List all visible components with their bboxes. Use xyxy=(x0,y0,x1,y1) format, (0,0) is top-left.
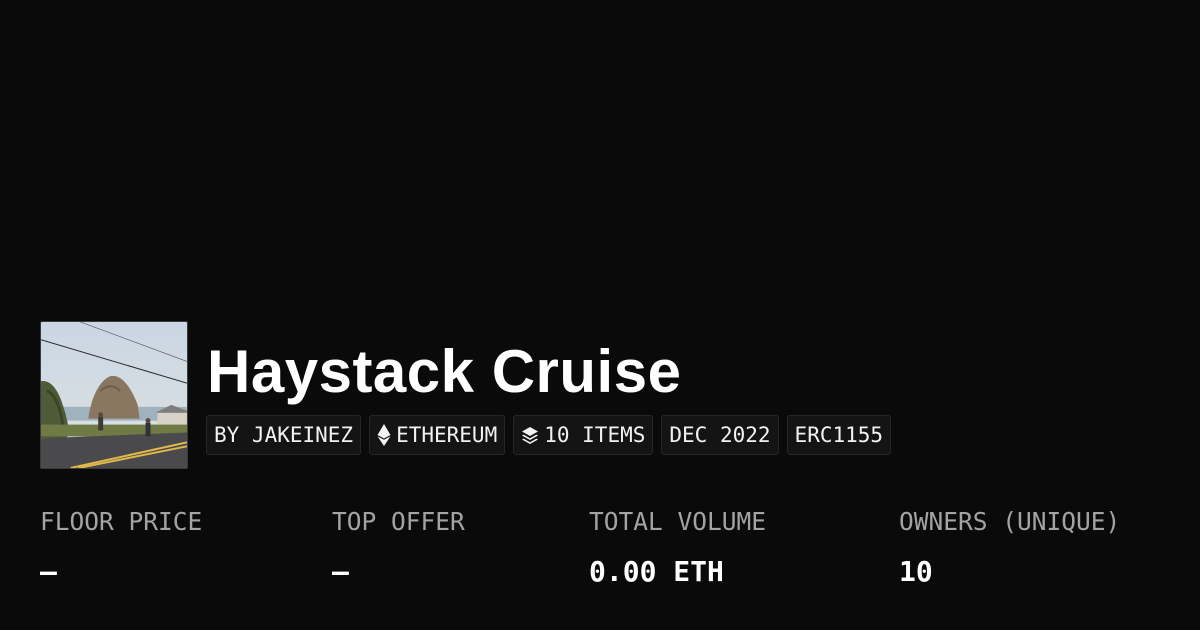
items-badge[interactable]: 10 ITEMS xyxy=(513,415,654,455)
owners-value: 10 xyxy=(899,555,933,588)
ethereum-icon xyxy=(377,424,391,446)
total-volume-value: 0.00 ETH xyxy=(589,555,724,588)
layers-icon xyxy=(521,426,539,444)
standard-badge: ERC1155 xyxy=(786,415,892,455)
standard-label: ERC1155 xyxy=(794,423,884,447)
date-badge: DEC 2022 xyxy=(661,415,779,455)
creator-label: BY JAKEINEZ xyxy=(214,423,354,447)
owners-label: OWNERS (UNIQUE) xyxy=(899,507,1121,536)
collection-thumbnail xyxy=(40,321,188,469)
date-label: DEC 2022 xyxy=(669,423,771,447)
chain-label: ETHEREUM xyxy=(396,423,498,447)
total-volume-label: TOTAL VOLUME xyxy=(589,507,767,536)
top-offer-label: TOP OFFER xyxy=(332,507,465,536)
chain-badge[interactable]: ETHEREUM xyxy=(369,415,506,455)
collection-title: Haystack Cruise xyxy=(207,338,682,405)
floor-price-label: FLOOR PRICE xyxy=(40,507,203,536)
floor-price-value: — xyxy=(40,555,57,588)
top-offer-value: — xyxy=(332,555,349,588)
items-label: 10 ITEMS xyxy=(544,423,646,447)
creator-badge[interactable]: BY JAKEINEZ xyxy=(206,415,362,455)
collection-badges: BY JAKEINEZ ETHEREUM 10 ITEMS DEC 2022 E… xyxy=(206,415,892,455)
